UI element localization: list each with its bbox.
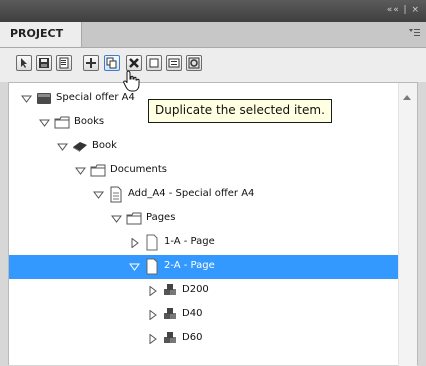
tab-bar: PROJECT (0, 22, 426, 48)
tree-item-label: Special offer A4 (56, 92, 135, 103)
delete-icon (129, 58, 139, 68)
catalog-book-icon (35, 90, 53, 107)
document-icon (107, 186, 125, 203)
window-controls[interactable]: «« | × (387, 5, 420, 15)
duplicate-button[interactable] (104, 55, 120, 71)
folder-icon (125, 210, 143, 227)
tree-item-label: Pages (146, 212, 176, 223)
properties-icon (59, 57, 69, 69)
tree-item-label: Books (74, 116, 105, 127)
tree-item-label: 1-A - Page (164, 236, 215, 247)
expanded-arrow-icon[interactable] (129, 262, 140, 272)
tree-item-label: D60 (182, 332, 203, 343)
panel-menu-icon[interactable] (408, 27, 420, 39)
tree-item-label: Documents (110, 164, 168, 175)
properties-button[interactable] (56, 55, 72, 71)
expanded-arrow-icon[interactable] (75, 166, 86, 176)
collapsed-arrow-icon[interactable] (147, 310, 158, 320)
expanded-arrow-icon[interactable] (111, 214, 122, 224)
expanded-arrow-icon[interactable] (39, 118, 50, 128)
product-group-icon (161, 282, 179, 299)
refresh-button[interactable] (186, 55, 202, 71)
tree-item-label: 2-A - Page (164, 260, 215, 271)
add-item-button[interactable] (83, 55, 99, 71)
page-button[interactable] (146, 55, 162, 71)
add-item-icon (86, 58, 96, 68)
tooltip: Duplicate the selected item. (148, 99, 332, 123)
expanded-arrow-icon[interactable] (57, 142, 68, 152)
collapsed-arrow-icon[interactable] (147, 286, 158, 296)
tab-project[interactable]: PROJECT (0, 22, 82, 47)
expanded-arrow-icon[interactable] (21, 94, 32, 104)
tree-row[interactable]: D40 (9, 303, 399, 327)
expanded-arrow-icon[interactable] (93, 190, 104, 200)
project-tree[interactable]: Special offer A4 Books Book Documents Add_A4… (8, 82, 418, 366)
select-tool-icon (21, 58, 27, 68)
vertical-scrollbar[interactable] (398, 83, 417, 366)
list-button[interactable] (166, 55, 182, 71)
tree-row[interactable]: 2-A - Page (9, 255, 399, 279)
tree-row[interactable]: D60 (9, 327, 399, 351)
delete-button[interactable] (126, 55, 142, 71)
list-icon (168, 58, 180, 68)
toolbar (0, 48, 426, 82)
collapsed-arrow-icon[interactable] (147, 334, 158, 344)
collapsed-arrow-icon[interactable] (129, 238, 140, 248)
tree-row[interactable]: Book (9, 135, 399, 159)
page-icon (143, 234, 161, 251)
product-group-icon (161, 330, 179, 347)
duplicate-icon (106, 57, 117, 69)
book-icon (71, 138, 89, 155)
tree-row[interactable]: Pages (9, 207, 399, 231)
product-group-icon (161, 306, 179, 323)
page-icon (143, 258, 161, 275)
select-tool-button[interactable] (16, 55, 32, 71)
tree-item-label: D40 (182, 308, 203, 319)
save-button[interactable] (36, 55, 52, 71)
tree-row[interactable]: D200 (9, 279, 399, 303)
tree-row[interactable]: 1-A - Page (9, 231, 399, 255)
tree-item-label: Add_A4 - Special offer A4 (128, 188, 255, 199)
hand-cursor-icon (123, 70, 140, 92)
tree-row[interactable]: Add_A4 - Special offer A4 (9, 183, 399, 207)
tree-item-label: Book (92, 140, 117, 151)
page-icon (149, 58, 159, 68)
scroll-up-arrow-icon[interactable] (403, 95, 411, 100)
tree-item-label: D200 (182, 284, 209, 295)
save-icon (39, 58, 49, 68)
panel-titlebar: «« | × (0, 0, 426, 22)
folder-icon (89, 162, 107, 179)
folder-icon (53, 114, 71, 131)
refresh-icon (188, 57, 200, 69)
tree-row[interactable]: Documents (9, 159, 399, 183)
